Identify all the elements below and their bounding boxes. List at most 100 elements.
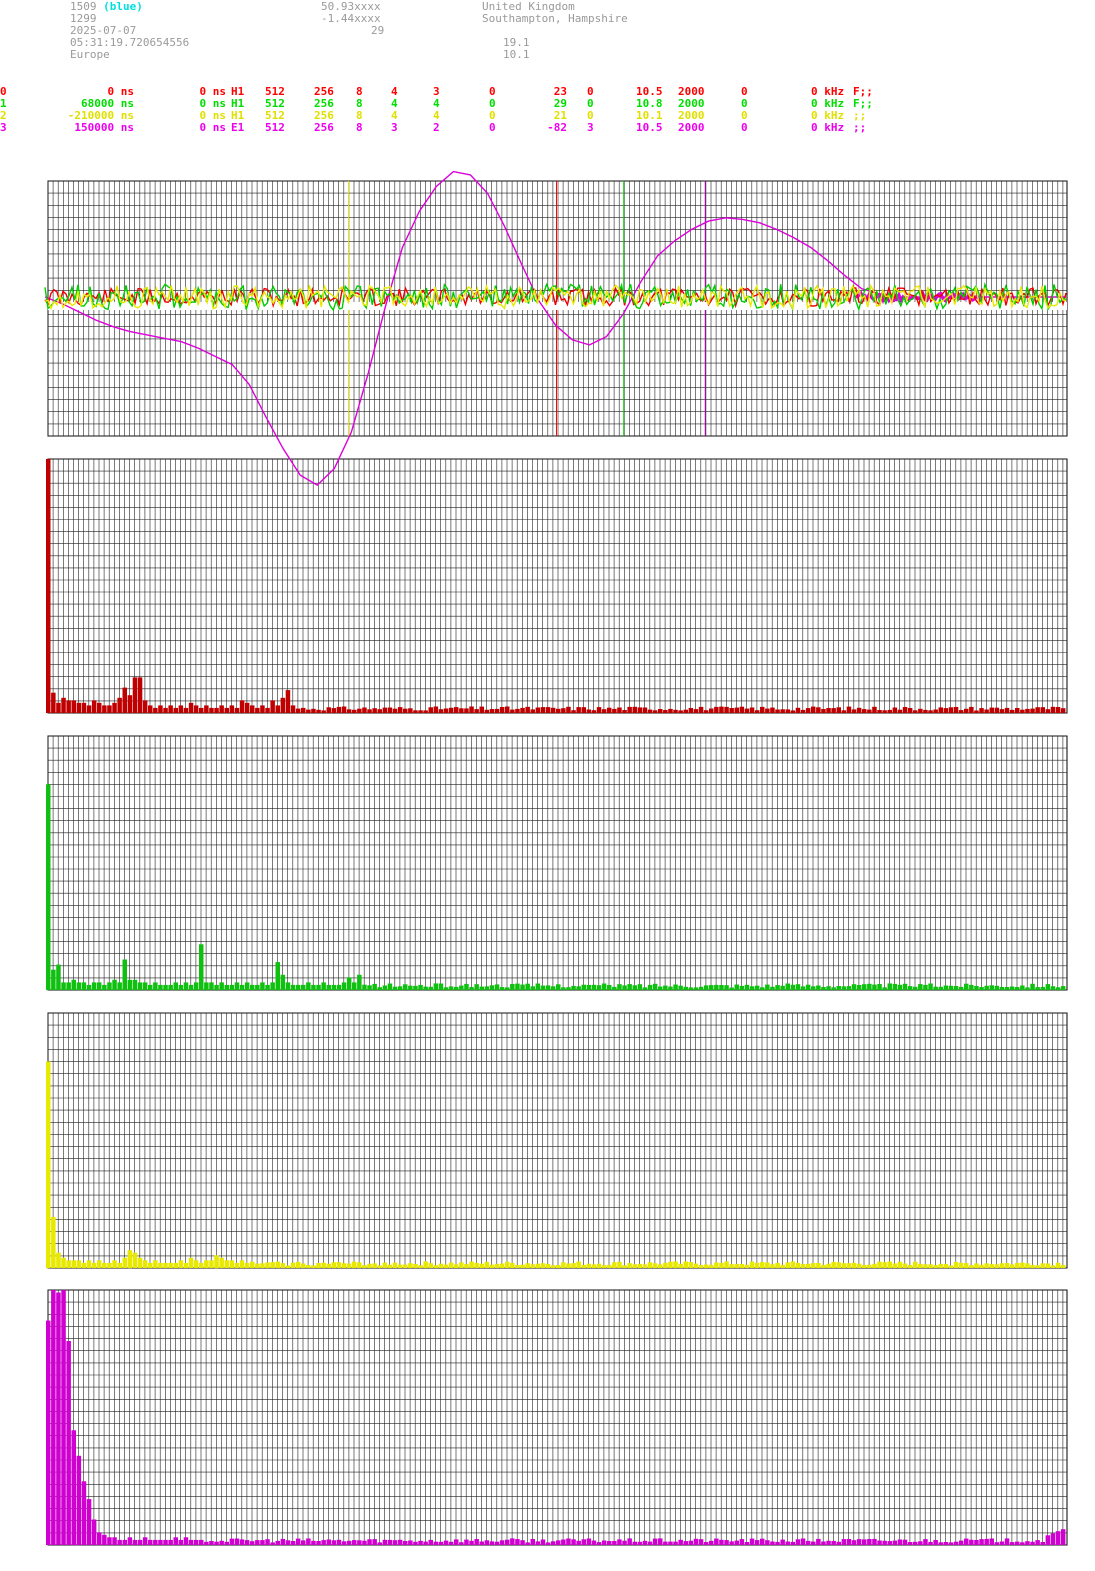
spectrum-bar <box>494 984 500 990</box>
spectrum-bar <box>877 710 882 713</box>
spectrum-bar <box>275 1261 280 1268</box>
spectrum-bar <box>137 1257 143 1268</box>
spectrum-bar <box>367 985 372 990</box>
spectrum-bar <box>688 708 694 713</box>
spectrum-bar <box>958 710 964 713</box>
spectrum-bar <box>622 985 627 990</box>
spectrum-bar <box>163 1539 168 1545</box>
spectrum-bar <box>979 708 984 713</box>
spectrum-bar <box>1060 986 1066 990</box>
spectrum-bar <box>97 982 102 990</box>
spectrum-bar <box>153 1260 158 1268</box>
spectrum-bar <box>255 707 260 713</box>
spectrum-bar <box>290 984 296 990</box>
spectrum-bar <box>316 984 321 990</box>
spectrum-bar <box>668 708 673 713</box>
spectrum-bar <box>443 708 449 713</box>
spectrum-bar <box>438 709 444 713</box>
spectrum-bar <box>219 982 224 990</box>
spectrum-bar <box>71 700 76 713</box>
spectrum-bar <box>173 707 178 713</box>
spectrum-bar <box>800 986 806 990</box>
spectrum-bar <box>780 1539 785 1545</box>
spectrum-bar <box>86 1260 92 1268</box>
spectrum-bar <box>214 1255 219 1269</box>
spectrum-bar <box>907 1265 913 1268</box>
spectrum-bar <box>530 1264 535 1268</box>
spectrum-bar <box>229 1538 235 1545</box>
spectrum-bar <box>576 1540 581 1545</box>
spectrum-bar <box>964 708 969 713</box>
spectrum-bar <box>499 1540 505 1545</box>
spectrum-bar <box>632 1541 637 1545</box>
spectrum-bar <box>270 982 275 990</box>
spectrum-bar <box>127 1250 133 1269</box>
spectrum-bar <box>642 707 648 713</box>
spectrum-bar <box>617 1261 622 1268</box>
spectrum-bar <box>805 1263 811 1268</box>
spectrum-bar <box>928 710 933 713</box>
spectrum-bar <box>336 706 342 713</box>
spectrum-bar <box>219 1540 224 1545</box>
spectrum-bar <box>244 1262 250 1268</box>
spectrum-bar <box>367 1539 372 1545</box>
spectrum-bar <box>510 1263 515 1268</box>
spectrum-bar <box>219 1257 224 1268</box>
spectrum-bar <box>224 1260 229 1268</box>
spectrum-bar <box>907 986 913 990</box>
spectrum-bar <box>933 1540 938 1545</box>
spectrum-bar <box>846 1539 852 1545</box>
spectrum-bar <box>576 986 581 990</box>
spectrum-bar <box>56 964 61 990</box>
spectrum-bar <box>800 709 806 713</box>
spectrum-bar <box>301 984 306 990</box>
spectrum-bar <box>408 1540 413 1545</box>
spectrum-bar <box>418 1540 423 1545</box>
spectrum-bar <box>464 1264 469 1268</box>
spectrum-bar <box>918 708 923 713</box>
spectrum-bar <box>724 1261 729 1268</box>
spectrum-bar <box>1009 1542 1015 1545</box>
spectrum-bar <box>907 708 913 713</box>
spectrum-bar <box>754 710 760 713</box>
spectrum-bar <box>525 1263 530 1268</box>
spectrum-bar <box>530 986 535 990</box>
spectrum-bar <box>81 1481 87 1546</box>
spectrum-bar <box>331 1262 337 1268</box>
spectrum-bar <box>438 1541 444 1545</box>
spectrum-bar <box>770 986 775 990</box>
spectrum-bar <box>642 987 648 990</box>
spectrum-bar <box>984 709 989 713</box>
spectrum-bar <box>703 985 709 990</box>
spectrum-bar <box>229 984 235 990</box>
spectrum-bar <box>280 697 286 713</box>
spectrum-bar <box>550 707 556 713</box>
spectrum-bar <box>994 985 1000 990</box>
spectrum-bar <box>484 1261 490 1268</box>
spectrum-bar <box>275 962 280 990</box>
spectrum-bar <box>306 982 311 990</box>
spectrum-bar <box>1035 1540 1040 1545</box>
spectrum-bar <box>816 707 821 713</box>
spectrum-bar <box>367 1263 372 1268</box>
spectrum-bar <box>290 1262 296 1268</box>
spectrum-bar <box>785 709 790 713</box>
spectrum-bar <box>97 1532 102 1546</box>
spectrum-bar <box>71 979 76 990</box>
spectrum-bar <box>724 985 729 990</box>
spectrum-bar <box>754 1540 760 1545</box>
spectrum-bar <box>632 706 637 713</box>
spectrum-bar <box>76 702 82 713</box>
spectrum-bar <box>846 1263 852 1268</box>
spectrum-bar <box>816 1538 821 1545</box>
spectrum-bar <box>775 985 780 990</box>
spectrum-bar <box>744 1542 750 1545</box>
spectrum-bar <box>545 1264 551 1268</box>
spectrum-bar <box>377 1542 382 1545</box>
spectrum-bar <box>561 708 566 713</box>
spectrum-bar <box>117 1262 122 1268</box>
spectrum-bar <box>142 1260 148 1268</box>
spectrum-bar <box>46 1320 51 1545</box>
spectrum-bar <box>387 707 393 713</box>
spectrum-bar <box>989 985 994 990</box>
